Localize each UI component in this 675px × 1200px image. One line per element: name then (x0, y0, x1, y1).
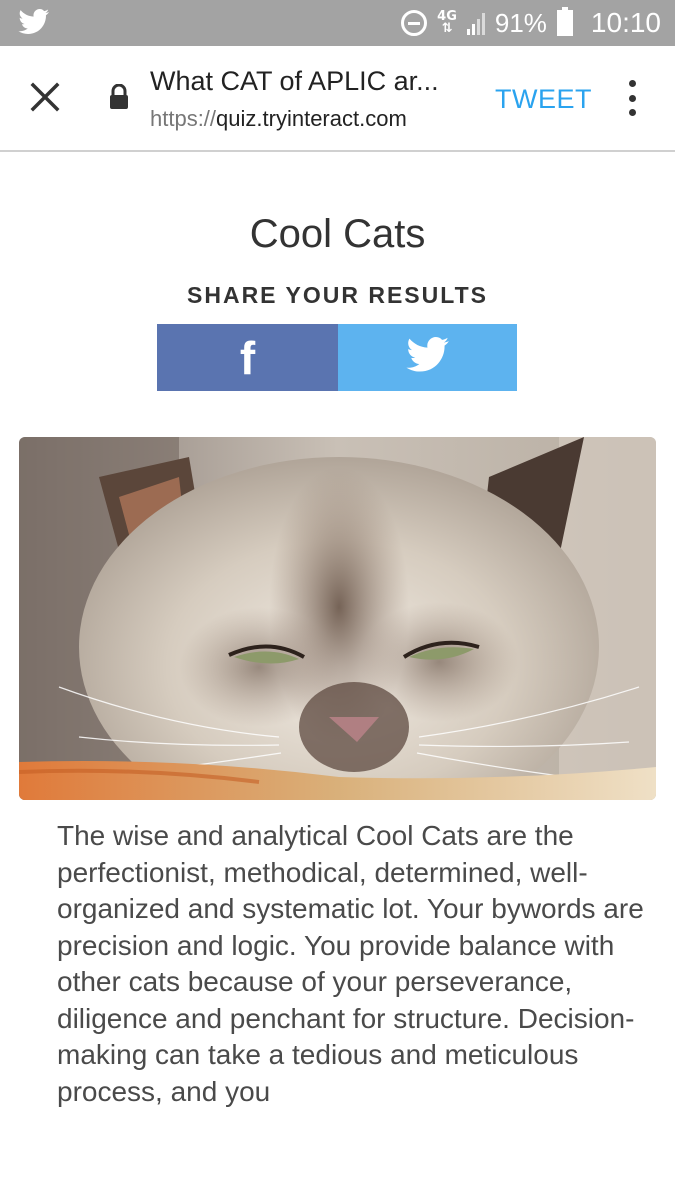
clock: 10:10 (590, 7, 661, 38)
result-image (19, 437, 656, 800)
twitter-bird-icon (405, 337, 450, 378)
browser-toolbar: What CAT of APLIC ar... https://quiz.try… (0, 46, 675, 152)
status-bar: 4G ⇅ 91% 10:10 (0, 0, 675, 46)
result-description: The wise and analytical Cool Cats are th… (57, 820, 644, 1107)
lock-icon (108, 83, 130, 115)
twitter-notification-icon (18, 9, 50, 40)
facebook-icon: f (239, 331, 256, 384)
page-url: https://quiz.tryinteract.com (150, 106, 407, 132)
close-icon[interactable] (28, 80, 62, 114)
battery-percentage: 91% (494, 7, 547, 38)
url-scheme: https:// (150, 106, 217, 131)
tweet-button[interactable]: TWEET (495, 84, 592, 115)
url-host: quiz.tryinteract.com (216, 106, 407, 131)
network-indicator: 4G ⇅ (437, 10, 457, 36)
result-title: Cool Cats (249, 212, 426, 256)
status-indicators: 4G ⇅ 91% 10:10 (401, 0, 661, 46)
do-not-disturb-icon (401, 10, 428, 36)
signal-strength-icon (466, 11, 485, 35)
share-facebook-button[interactable]: f (157, 324, 338, 391)
share-heading: SHARE YOUR RESULTS (187, 282, 488, 308)
data-arrows-icon: ⇅ (441, 21, 453, 36)
share-twitter-button[interactable] (338, 324, 517, 391)
page-title: What CAT of APLIC ar... (150, 66, 439, 96)
battery-icon (556, 7, 573, 36)
more-options-icon[interactable] (624, 80, 640, 116)
